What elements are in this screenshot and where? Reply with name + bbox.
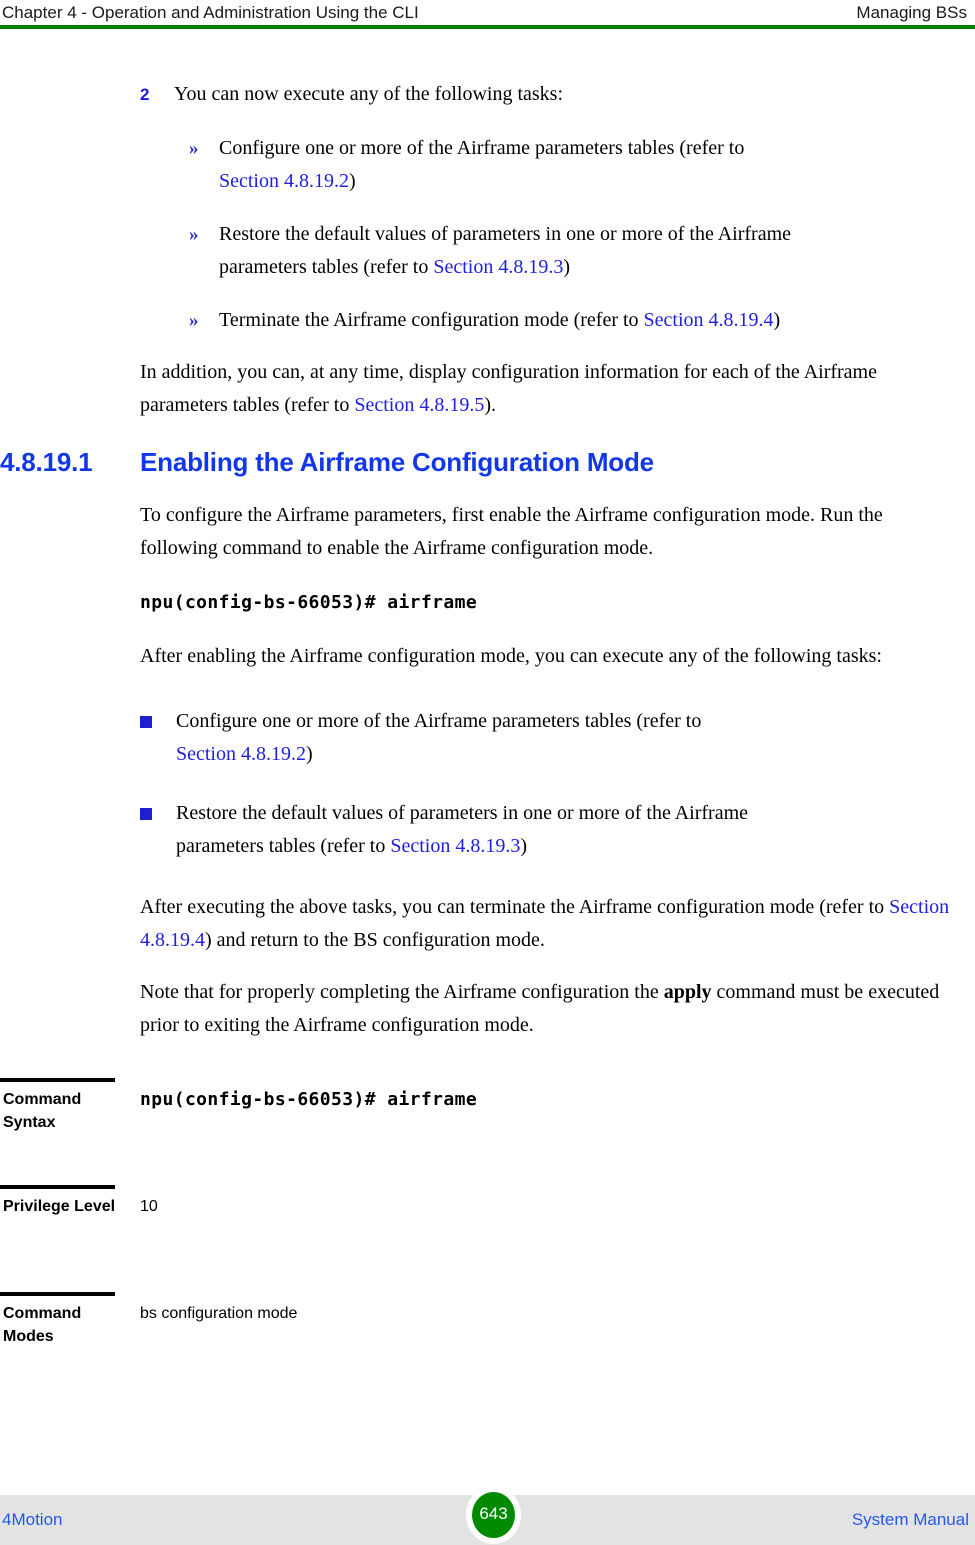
table-row: Privilege Level 10	[0, 1185, 975, 1292]
square-list-item-1: Configure one or more of the Airframe pa…	[0, 705, 975, 771]
paragraph-note-apply: Note that for properly completing the Ai…	[0, 976, 975, 1042]
chevron-item-3-tail: )	[773, 309, 781, 331]
step-number: 2	[140, 85, 150, 104]
table-row: Command Modes bs configuration mode	[0, 1292, 975, 1399]
chevron-item-1-text: Configure one or more of the Airframe pa…	[219, 137, 745, 159]
chevron-item-2-tail: )	[563, 256, 570, 278]
row-top-rule	[0, 1292, 115, 1296]
chevron-list-item-1: » Configure one or more of the Airframe …	[0, 132, 975, 198]
square-item-2-tail: )	[520, 835, 527, 857]
chevron-item-2-ref[interactable]: Section 4.8.19.3	[433, 256, 563, 278]
square-item-2-text: Restore the default values of parameters…	[176, 802, 749, 824]
spec-value-command-syntax: npu(config-bs-66053)# airframe	[140, 1089, 478, 1110]
chevron-item-1-tail: )	[349, 170, 356, 192]
section-heading: 4.8.19.1 Enabling the Airframe Configura…	[0, 446, 975, 478]
paragraph-in-addition: In addition, you can, at any time, displ…	[0, 356, 975, 422]
spec-label-command-syntax: Command Syntax	[3, 1091, 82, 1131]
spec-label-privilege-level: Privilege Level	[3, 1198, 116, 1215]
chevron-item-1-ref[interactable]: Section 4.8.19.2	[219, 170, 349, 192]
paragraph-after-executing-prefix: After executing the above tasks, you can…	[140, 896, 890, 918]
paragraph-in-addition-ref[interactable]: Section 4.8.19.5	[354, 394, 484, 416]
spec-label-command-modes: Command Modes	[3, 1305, 82, 1345]
spec-value-privilege-level: 10	[140, 1198, 158, 1215]
paragraph-after-executing: After executing the above tasks, you can…	[0, 891, 975, 957]
header-section-title: Managing BSs	[856, 3, 967, 22]
chevron-item-2-text: Restore the default values of parameters…	[219, 223, 792, 245]
page-content: 2 You can now execute any of the followi…	[0, 30, 975, 1042]
paragraph-note-prefix: Note that for properly completing the Ai…	[140, 981, 664, 1003]
paragraph-in-addition-prefix: In addition, you can, at any time, displ…	[140, 361, 877, 416]
paragraph-after-enabling: After enabling the Airframe configuratio…	[140, 645, 882, 667]
footer-product-name: 4Motion	[2, 1510, 63, 1529]
chevron-icon: »	[189, 138, 199, 159]
chevron-item-2-text2: parameters tables (refer to	[219, 256, 434, 278]
chevron-list-item-3: » Terminate the Airframe configuration m…	[0, 304, 975, 337]
page-number-badge: 643	[466, 1486, 521, 1544]
square-list-item-2: Restore the default values of parameters…	[0, 797, 975, 863]
square-item-2-text2: parameters tables (refer to	[176, 835, 391, 857]
apply-keyword: apply	[663, 981, 712, 1003]
header-chapter-title: Chapter 4 - Operation and Administration…	[2, 3, 419, 22]
step-text: You can now execute any of the following…	[174, 83, 564, 105]
square-item-2-ref[interactable]: Section 4.8.19.3	[390, 835, 520, 857]
row-top-rule	[0, 1078, 115, 1082]
chevron-item-3-ref[interactable]: Section 4.8.19.4	[644, 309, 774, 331]
command-line-airframe: npu(config-bs-66053)# airframe	[140, 592, 478, 613]
paragraph-in-addition-tail: ).	[484, 394, 496, 416]
section-title: Enabling the Airframe Configuration Mode	[140, 447, 654, 477]
table-row: Command Syntax npu(config-bs-66053)# air…	[0, 1078, 975, 1185]
chevron-item-3-text: Terminate the Airframe configuration mod…	[219, 309, 644, 331]
command-spec-table: Command Syntax npu(config-bs-66053)# air…	[0, 1078, 975, 1399]
header-green-rule	[0, 25, 975, 29]
square-item-1-text: Configure one or more of the Airframe pa…	[176, 710, 702, 732]
spec-value-command-modes: bs configuration mode	[140, 1305, 298, 1322]
page-header: Chapter 4 - Operation and Administration…	[0, 0, 975, 30]
chevron-list-item-2: » Restore the default values of paramete…	[0, 218, 975, 284]
square-item-1-tail: )	[306, 743, 313, 765]
chevron-icon: »	[189, 224, 199, 245]
numbered-step-2: 2 You can now execute any of the followi…	[0, 78, 975, 111]
section-number: 4.8.19.1	[0, 447, 93, 477]
paragraph-to-configure: To configure the Airframe parameters, fi…	[140, 504, 883, 559]
chevron-icon: »	[189, 310, 199, 331]
square-item-1-ref[interactable]: Section 4.8.19.2	[176, 743, 306, 765]
page-number: 643	[479, 1504, 508, 1523]
paragraph-after-executing-tail: ) and return to the BS configuration mod…	[205, 929, 545, 951]
square-bullet-icon	[140, 716, 152, 728]
footer-manual-name: System Manual	[851, 1510, 969, 1529]
square-bullet-icon	[140, 808, 152, 820]
row-top-rule	[0, 1185, 115, 1189]
